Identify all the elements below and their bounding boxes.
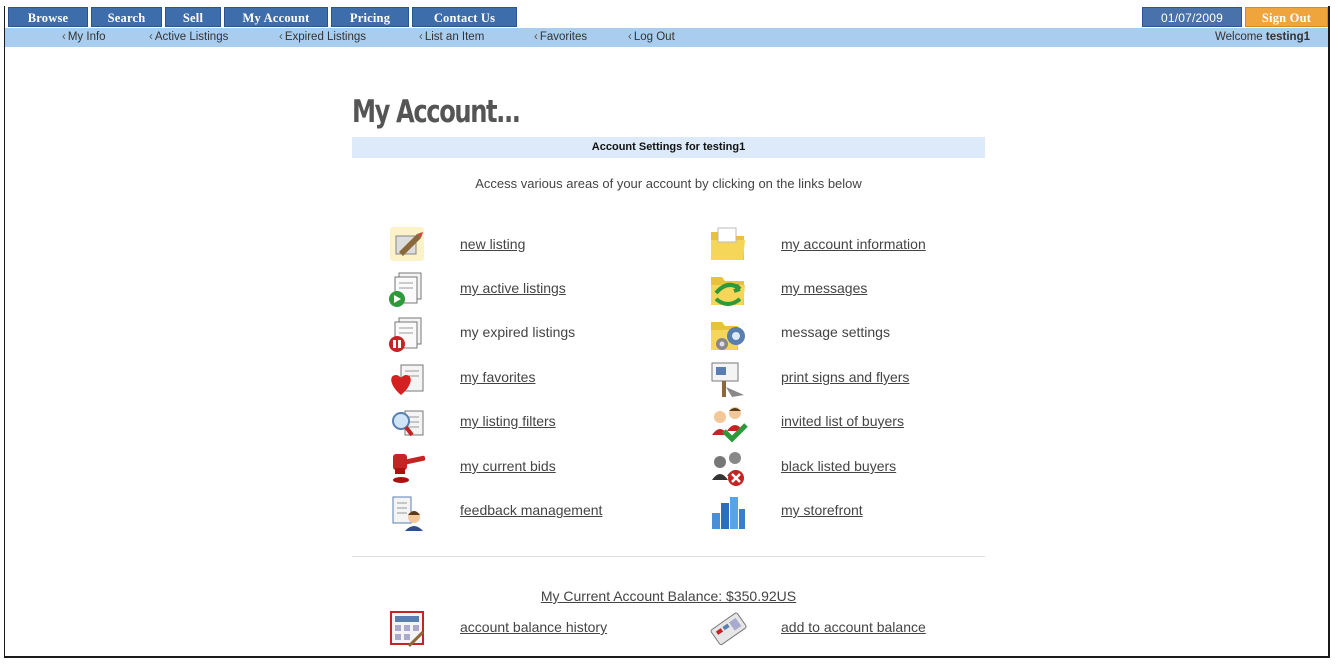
page-title: My Account... xyxy=(352,94,521,130)
account-balance[interactable]: My Current Account Balance: $350.92US xyxy=(352,588,985,604)
arrow-icon: ‹ xyxy=(628,31,632,43)
expired-listings-link[interactable]: my expired listings xyxy=(460,324,575,340)
account-information-link[interactable]: my account information xyxy=(781,236,926,252)
favorites-heart-icon[interactable] xyxy=(387,359,427,399)
subnav-expired-listings[interactable]: ‹ Expired Listings xyxy=(279,31,366,43)
blacklisted-buyers-icon[interactable] xyxy=(708,448,748,488)
storefront-link[interactable]: my storefront xyxy=(781,502,863,518)
sign-out-button[interactable]: Sign Out xyxy=(1245,7,1328,27)
subnav-list-an-item[interactable]: ‹ List an Item xyxy=(419,31,484,43)
active-listings-icon[interactable] xyxy=(387,269,427,309)
intro-text: Access various areas of your account by … xyxy=(475,176,862,191)
tab-browse[interactable]: Browse xyxy=(8,7,88,27)
subnav-active-listings[interactable]: ‹ Active Listings xyxy=(149,31,228,43)
expired-listings-icon[interactable] xyxy=(387,314,427,354)
feedback-management-link[interactable]: feedback management xyxy=(460,502,602,518)
tab-pricing[interactable]: Pricing xyxy=(331,7,409,27)
page-frame: Browse Search Sell My Account Pricing Co… xyxy=(4,6,1330,658)
listing-filters-icon[interactable] xyxy=(387,403,427,443)
favorites-link[interactable]: my favorites xyxy=(460,369,535,385)
tab-sell[interactable]: Sell xyxy=(165,7,221,27)
arrow-icon: ‹ xyxy=(149,31,153,43)
folder-icon[interactable] xyxy=(708,224,748,264)
new-listing-icon[interactable] xyxy=(387,224,427,264)
blacklisted-buyers-link[interactable]: black listed buyers xyxy=(781,458,896,474)
arrow-icon: ‹ xyxy=(419,31,423,43)
print-signs-link[interactable]: print signs and flyers xyxy=(781,369,909,385)
storefront-icon[interactable] xyxy=(708,493,748,533)
tab-search[interactable]: Search xyxy=(91,7,162,27)
arrow-icon: ‹ xyxy=(534,31,538,43)
sub-navigation: ‹ My Info ‹ Active Listings ‹ Expired Listi… xyxy=(5,28,1328,47)
balance-history-link[interactable]: account balance history xyxy=(460,619,607,635)
current-bids-link[interactable]: my current bids xyxy=(460,458,556,474)
invited-buyers-link[interactable]: invited list of buyers xyxy=(781,413,904,429)
divider xyxy=(352,556,985,557)
username: testing1 xyxy=(1265,31,1310,43)
message-settings-link[interactable]: message settings xyxy=(781,324,890,340)
arrow-icon: ‹ xyxy=(279,31,283,43)
current-date: 01/07/2009 xyxy=(1142,7,1242,27)
active-listings-link[interactable]: my active listings xyxy=(460,280,566,296)
listing-filters-link[interactable]: my listing filters xyxy=(460,413,556,429)
subnav-favorites[interactable]: ‹ Favorites xyxy=(534,31,587,43)
top-tab-bar: Browse Search Sell My Account Pricing Co… xyxy=(5,6,1328,28)
add-balance-icon[interactable] xyxy=(708,608,748,648)
messages-link[interactable]: my messages xyxy=(781,280,867,296)
feedback-icon[interactable] xyxy=(387,493,427,533)
invited-buyers-icon[interactable] xyxy=(708,403,748,443)
tab-contact-us[interactable]: Contact Us xyxy=(412,7,517,27)
arrow-icon: ‹ xyxy=(62,31,66,43)
message-settings-icon[interactable] xyxy=(708,314,748,354)
sign-icon[interactable] xyxy=(708,359,748,399)
auction-gavel-icon[interactable] xyxy=(387,448,427,488)
subnav-log-out[interactable]: ‹ Log Out xyxy=(628,31,675,43)
new-listing-link[interactable]: new listing xyxy=(460,236,525,252)
tab-my-account[interactable]: My Account xyxy=(224,7,328,27)
add-balance-link[interactable]: add to account balance xyxy=(781,619,926,635)
welcome-message: Welcome testing1 xyxy=(1214,31,1310,43)
balance-history-icon[interactable] xyxy=(387,608,427,648)
account-settings-heading: Account Settings for testing1 xyxy=(352,137,985,158)
subnav-my-info[interactable]: ‹ My Info xyxy=(62,31,106,43)
messages-icon[interactable] xyxy=(708,269,748,309)
